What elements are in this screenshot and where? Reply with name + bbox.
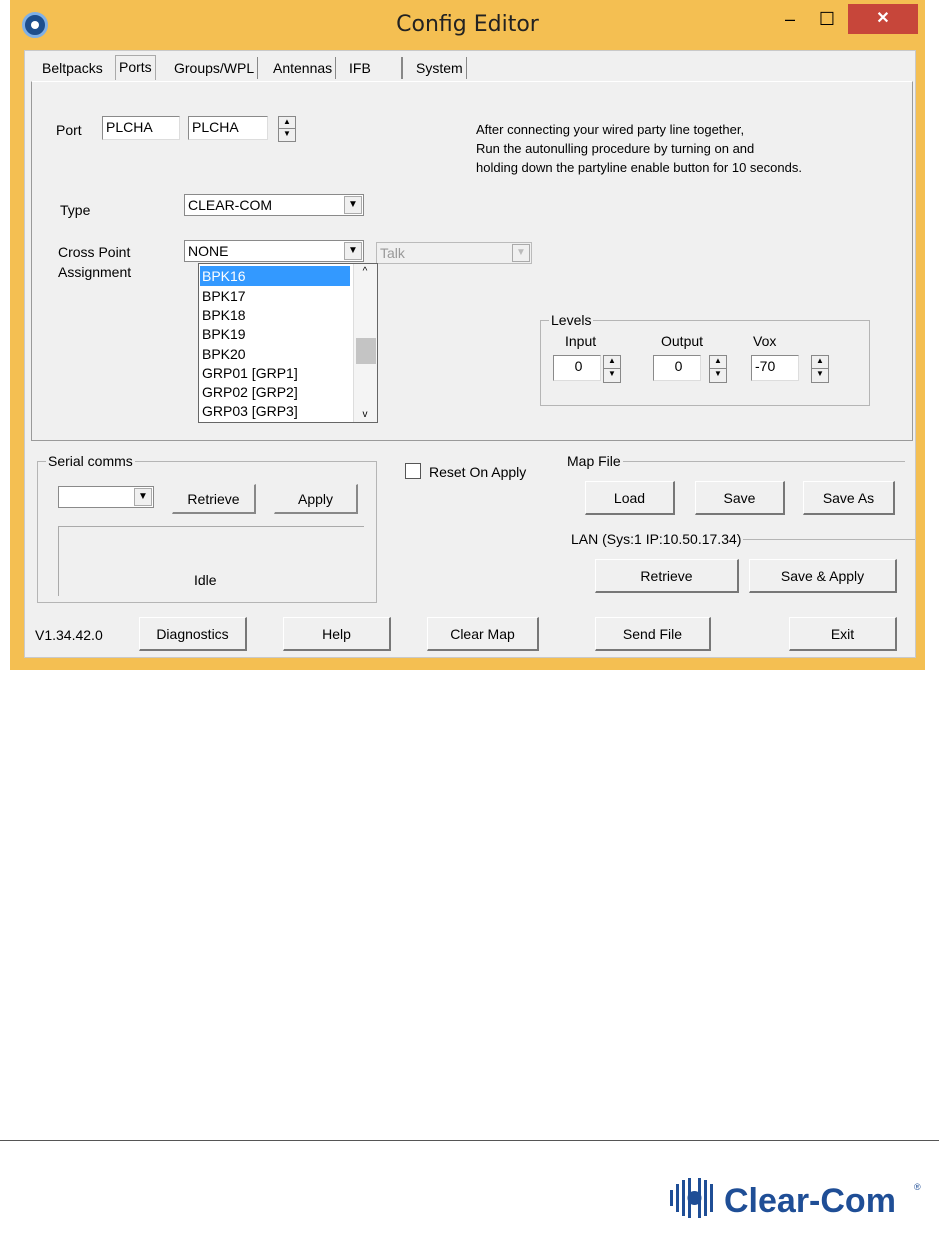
dropdown-option[interactable]: BPK19 [200,324,350,344]
vox-level-field[interactable]: -70 [751,355,799,381]
levels-group: Levels Input 0 ▲ ▼ Output 0 ▲ ▼ Vox -70 ▲ ▼ [540,312,870,406]
instruction-line-3: holding down the partyline enable button… [476,160,802,175]
type-select-value: CLEAR-COM [188,197,273,213]
port-field-1[interactable]: PLCHA [102,116,180,140]
type-select[interactable]: CLEAR-COM ▼ [184,194,364,216]
version-label: V1.34.42.0 [35,627,103,643]
config-editor-window: Config Editor – ☐ ✕ Beltpacks Ports Grou… [10,0,925,670]
ports-tab-panel: Port PLCHA PLCHA ▲ ▼ After connecting you… [31,81,913,441]
instruction-line-2: Run the autonulling procedure by turning… [476,141,755,156]
tab-system[interactable]: System [402,57,467,79]
lan-title: LAN (Sys:1 IP:10.50.17.34) [569,531,744,547]
dropdown-option[interactable]: GRP03 [GRP3] [200,401,350,421]
map-file-title: Map File [565,453,623,469]
help-button[interactable]: Help [283,617,391,651]
dropdown-scrollbar[interactable]: ^ v [353,264,377,422]
exit-button[interactable]: Exit [789,617,897,651]
dropdown-option[interactable]: BPK17 [200,286,350,306]
cross-point-mode-select[interactable]: Talk ▼ [376,242,532,264]
page-footer-rule [0,1140,939,1141]
client-area: Beltpacks Ports Groups/WPL Antennas IFB … [24,50,916,658]
scroll-down-icon[interactable]: v [354,409,376,420]
serial-port-select[interactable]: ▼ [58,486,154,508]
scroll-up-icon[interactable]: ^ [354,266,376,277]
dropdown-option[interactable]: BPK20 [200,344,350,364]
minimize-button[interactable]: – [770,4,810,34]
diagnostics-button[interactable]: Diagnostics [139,617,247,651]
serial-apply-button[interactable]: Apply [274,484,358,514]
vox-level-spinner[interactable]: ▲ ▼ [811,355,829,383]
reset-on-apply-label: Reset On Apply [429,464,527,480]
lan-retrieve-button[interactable]: Retrieve [595,559,739,593]
maximize-button[interactable]: ☐ [810,4,844,34]
tab-ports[interactable]: Ports [115,55,156,80]
map-load-button[interactable]: Load [585,481,675,515]
output-level-spinner[interactable]: ▲ ▼ [709,355,727,383]
dropdown-option[interactable]: BPK16 [200,266,350,286]
vox-label: Vox [753,333,777,349]
clear-com-logo: Clear-Com ® [668,1176,928,1220]
output-level-field[interactable]: 0 [653,355,701,381]
type-label: Type [60,202,91,218]
serial-comms-title: Serial comms [46,453,135,469]
tab-ifb[interactable]: IFB [346,57,402,79]
instruction-line-1: After connecting your wired party line t… [476,122,745,137]
port-label: Port [56,122,82,138]
clear-map-button[interactable]: Clear Map [427,617,539,651]
chevron-down-icon[interactable]: ▼ [344,196,362,214]
map-save-as-button[interactable]: Save As [803,481,895,515]
dropdown-option[interactable]: GRP02 [GRP2] [200,382,350,402]
chevron-down-icon: ▼ [512,244,530,262]
svg-text:®: ® [914,1182,921,1192]
output-label: Output [661,333,704,349]
lan-save-apply-button[interactable]: Save & Apply [749,559,897,593]
dropdown-option[interactable]: GRP01 [GRP1] [200,363,350,383]
clear-com-logo-mark: Clear-Com ® [670,1178,921,1220]
serial-status-text: Idle [194,572,217,588]
tab-antennas[interactable]: Antennas [270,57,337,79]
close-button[interactable]: ✕ [848,4,918,34]
scrollbar-thumb[interactable] [356,338,376,364]
send-file-button[interactable]: Send File [595,617,711,651]
port-field-2[interactable]: PLCHA [188,116,268,140]
tab-beltpacks[interactable]: Beltpacks [39,57,106,79]
tab-groups-wpl[interactable]: Groups/WPL [171,57,259,79]
cross-point-dropdown-list[interactable]: BPK16 BPK17 BPK18 BPK19 BPK20 GRP01 [GRP… [198,263,378,423]
input-label: Input [565,333,597,349]
chevron-down-icon[interactable]: ▼ [344,242,362,260]
port-spinner[interactable]: ▲ ▼ [278,116,296,142]
map-file-group: Map File [565,453,905,469]
reset-on-apply-checkbox[interactable] [405,463,421,479]
chevron-down-icon[interactable]: ▼ [134,488,152,506]
dropdown-option[interactable]: BPK18 [200,305,350,325]
cross-point-value: NONE [188,243,229,259]
cross-point-mode-value: Talk [380,245,405,261]
cross-point-select[interactable]: NONE ▼ [184,240,364,262]
input-level-field[interactable]: 0 [553,355,601,381]
serial-retrieve-button[interactable]: Retrieve [172,484,256,514]
cross-point-label-1: Cross Point [58,244,131,260]
map-save-button[interactable]: Save [695,481,785,515]
cross-point-label-2: Assignment [58,264,132,280]
input-level-spinner[interactable]: ▲ ▼ [603,355,621,383]
logo-text: Clear-Com [724,1182,896,1220]
title-bar[interactable]: Config Editor – ☐ ✕ [10,0,925,50]
serial-comms-group: Serial comms ▼ Retrieve Apply Idle [37,453,377,603]
levels-title: Levels [549,312,594,328]
